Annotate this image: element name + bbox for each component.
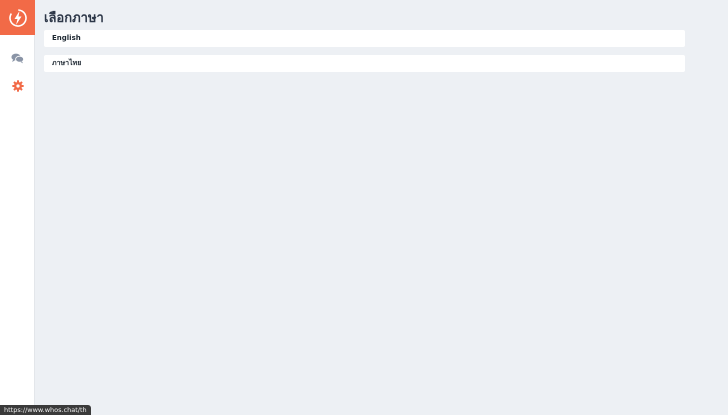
logo[interactable] [0,0,35,35]
language-list: English ภาษาไทย [44,30,685,80]
link-status-bar: https://www.whos.chat/th [0,405,91,415]
page-title: เลือกภาษา [44,11,104,26]
language-option-thai[interactable]: ภาษาไทย [44,55,685,72]
chat-bubbles-icon [11,53,24,64]
gear-icon [11,79,24,92]
bolt-logo-icon [8,8,27,27]
language-option-english[interactable]: English [44,30,685,47]
nav-settings[interactable] [10,78,25,93]
nav-chat[interactable] [10,51,25,66]
main-content: เลือกภาษา English ภาษาไทย [35,0,728,415]
sidebar [0,0,35,415]
